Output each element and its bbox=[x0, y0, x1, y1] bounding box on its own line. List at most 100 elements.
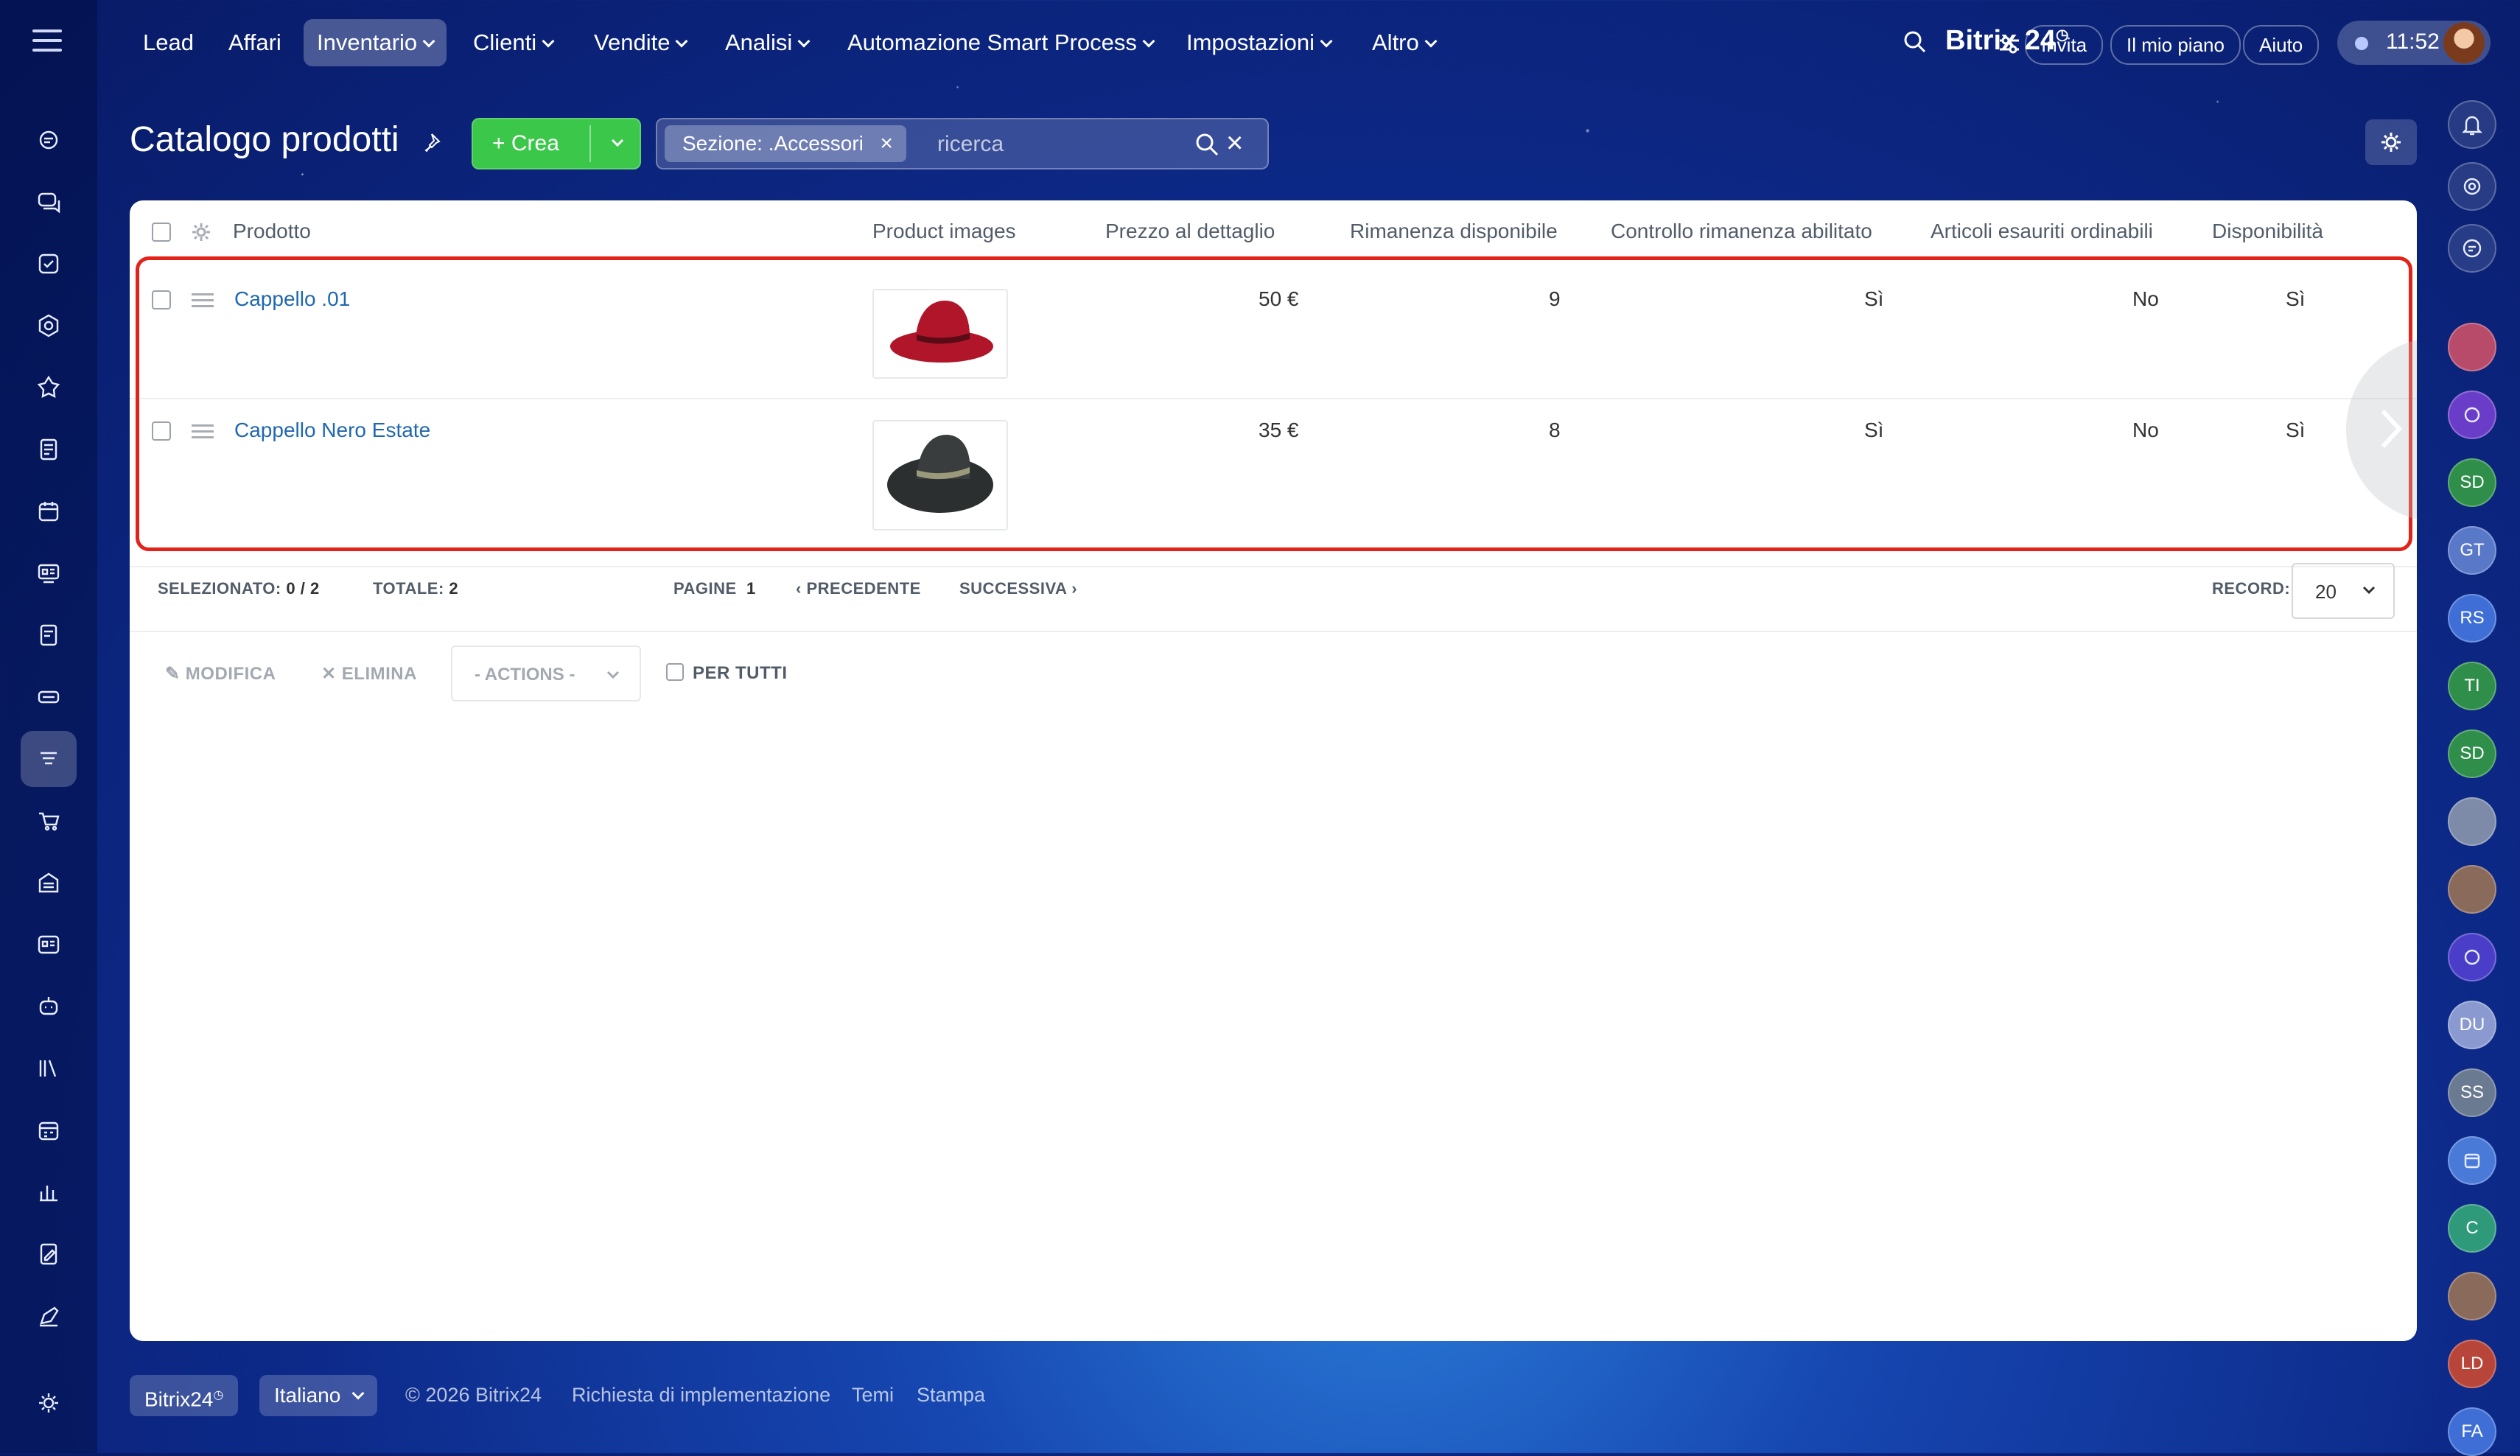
delete-button[interactable]: ✕ ELIMINA bbox=[321, 663, 417, 685]
chat-avatar-sd2[interactable]: SD bbox=[2448, 729, 2496, 778]
drive-icon[interactable] bbox=[21, 669, 77, 725]
nav-inventario[interactable]: Inventario bbox=[304, 19, 447, 66]
footer-brand-button[interactable]: Bitrix24◷ bbox=[130, 1375, 239, 1416]
nav-lead[interactable]: Lead bbox=[130, 19, 207, 66]
chat-avatar-1[interactable] bbox=[2448, 323, 2496, 371]
search-input[interactable] bbox=[936, 125, 1175, 164]
column-header-stock[interactable]: Rimanenza disponibile bbox=[1350, 220, 1558, 243]
invite-button[interactable]: Invita bbox=[2025, 25, 2104, 65]
sites-icon[interactable] bbox=[21, 360, 77, 416]
inventory-icon[interactable] bbox=[21, 731, 77, 787]
menu-icon[interactable] bbox=[32, 29, 62, 52]
chevron-down-icon bbox=[542, 35, 555, 48]
chat-bot-icon[interactable] bbox=[2448, 933, 2496, 981]
column-header-stock-control[interactable]: Controllo rimanenza abilitato bbox=[1611, 220, 1872, 243]
knowledge-icon[interactable] bbox=[21, 1040, 77, 1096]
column-header-images[interactable]: Product images bbox=[872, 220, 1016, 243]
next-page-button[interactable]: SUCCESSIVA › bbox=[959, 579, 1077, 598]
nav-affari[interactable]: Affari bbox=[215, 19, 295, 66]
chat-avatar-gt[interactable]: GT bbox=[2448, 526, 2496, 575]
nav-clienti[interactable]: Clienti bbox=[460, 19, 566, 66]
schedule-icon[interactable] bbox=[21, 1102, 77, 1158]
documents-icon[interactable] bbox=[21, 421, 77, 477]
themes-link[interactable]: Temi bbox=[852, 1384, 894, 1407]
chat-avatar-c[interactable]: C bbox=[2448, 1204, 2496, 1253]
chat-icon[interactable] bbox=[21, 174, 77, 230]
nav-automazione[interactable]: Automazione Smart Process bbox=[834, 19, 1166, 66]
column-header-price[interactable]: Prezzo al dettaglio bbox=[1105, 220, 1275, 243]
chat-avatar-sd[interactable]: SD bbox=[2448, 458, 2496, 507]
actions-select[interactable]: - ACTIONS - bbox=[451, 645, 641, 701]
nav-analisi[interactable]: Analisi bbox=[712, 19, 822, 66]
chat-avatar-photo-2[interactable] bbox=[2448, 865, 2496, 914]
store-icon[interactable] bbox=[21, 855, 77, 911]
pin-icon[interactable] bbox=[423, 131, 447, 155]
chat-avatar-ss[interactable]: SS bbox=[2448, 1068, 2496, 1117]
filter-search-box[interactable]: Sezione: .Accessori × × bbox=[656, 118, 1269, 169]
selected-counter: SELEZIONATO: 0 / 2 bbox=[158, 579, 320, 598]
crm-icon[interactable] bbox=[21, 298, 77, 354]
create-button[interactable]: + Crea bbox=[472, 118, 641, 169]
chat-avatar-du[interactable]: DU bbox=[2448, 1001, 2496, 1049]
cart-icon[interactable] bbox=[21, 793, 77, 849]
reports-icon[interactable] bbox=[21, 607, 77, 663]
workgroups-icon[interactable] bbox=[21, 545, 77, 601]
chat-avatar-photo-1[interactable] bbox=[2448, 797, 2496, 846]
pen-icon[interactable] bbox=[21, 1288, 77, 1344]
page-settings-button[interactable] bbox=[2365, 119, 2417, 165]
feed-icon[interactable] bbox=[21, 112, 77, 168]
chat-avatar-photo-3[interactable] bbox=[2448, 1272, 2496, 1320]
chevron-down-icon[interactable] bbox=[607, 133, 628, 153]
chevron-down-icon bbox=[1320, 35, 1333, 48]
nav-altro[interactable]: Altro bbox=[1359, 19, 1449, 66]
select-all-checkbox[interactable] bbox=[152, 223, 171, 242]
print-link[interactable]: Stampa bbox=[917, 1384, 985, 1407]
chat-avatar-fa[interactable]: FA bbox=[2448, 1407, 2496, 1456]
column-header-availability[interactable]: Disponibilità bbox=[2212, 220, 2323, 243]
search-icon[interactable] bbox=[1194, 131, 1220, 158]
page-title: Catalogo prodotti bbox=[130, 120, 399, 159]
gear-icon[interactable] bbox=[21, 1375, 77, 1431]
records-per-page-select[interactable]: 20 bbox=[2292, 563, 2395, 619]
work-day-clock[interactable]: 11:52 bbox=[2337, 21, 2491, 65]
help-button[interactable]: Aiuto bbox=[2243, 25, 2320, 65]
chat-avatar-ti[interactable]: TI bbox=[2448, 662, 2496, 710]
calendar-chat-icon[interactable] bbox=[2448, 1136, 2496, 1185]
language-select[interactable]: Italiano bbox=[259, 1375, 378, 1416]
calendar-icon[interactable] bbox=[21, 483, 77, 539]
previous-page-button[interactable]: ‹ PRECEDENTE bbox=[796, 579, 921, 598]
create-divider bbox=[589, 125, 591, 162]
clear-icon[interactable]: × bbox=[1226, 128, 1253, 158]
robot-icon[interactable] bbox=[21, 979, 77, 1035]
filter-chip-section[interactable]: Sezione: .Accessori × bbox=[665, 125, 906, 162]
gear-icon[interactable] bbox=[190, 221, 212, 243]
implementation-link[interactable]: Richiesta di implementazione bbox=[572, 1384, 830, 1407]
chat-avatar-rs[interactable]: RS bbox=[2448, 594, 2496, 643]
chevron-down-icon bbox=[351, 1387, 365, 1400]
sign-icon[interactable] bbox=[21, 1226, 77, 1282]
chat-avatar-ld[interactable]: LD bbox=[2448, 1340, 2496, 1388]
gear-icon bbox=[2381, 133, 2401, 152]
my-plan-button[interactable]: Il mio piano bbox=[2110, 25, 2241, 65]
search-icon[interactable] bbox=[1903, 29, 1928, 55]
analytics-icon[interactable] bbox=[21, 1164, 77, 1220]
chevron-down-icon bbox=[2362, 586, 2376, 595]
for-all-label[interactable]: PER TUTTI bbox=[693, 663, 788, 684]
total-counter: TOTALE: 2 bbox=[373, 579, 459, 598]
nav-vendite[interactable]: Vendite bbox=[581, 19, 699, 66]
messages-icon[interactable] bbox=[2448, 224, 2496, 273]
chevron-left-icon: ‹ bbox=[796, 579, 802, 598]
openlines-icon[interactable] bbox=[2448, 391, 2496, 439]
close-icon[interactable]: × bbox=[880, 125, 893, 162]
tasks-icon[interactable] bbox=[21, 236, 77, 292]
edit-button[interactable]: ✎ MODIFICA bbox=[165, 663, 276, 685]
sliders-icon[interactable] bbox=[1997, 32, 2022, 57]
contact-center-icon[interactable] bbox=[21, 917, 77, 973]
bell-icon[interactable] bbox=[2448, 100, 2496, 149]
user-avatar[interactable] bbox=[2443, 22, 2485, 63]
column-header-prodotto[interactable]: Prodotto bbox=[233, 220, 311, 243]
copilot-icon[interactable] bbox=[2448, 162, 2496, 211]
nav-impostazioni[interactable]: Impostazioni bbox=[1173, 19, 1344, 66]
for-all-checkbox[interactable] bbox=[666, 663, 684, 681]
column-header-backorder[interactable]: Articoli esauriti ordinabili bbox=[1931, 220, 2153, 243]
